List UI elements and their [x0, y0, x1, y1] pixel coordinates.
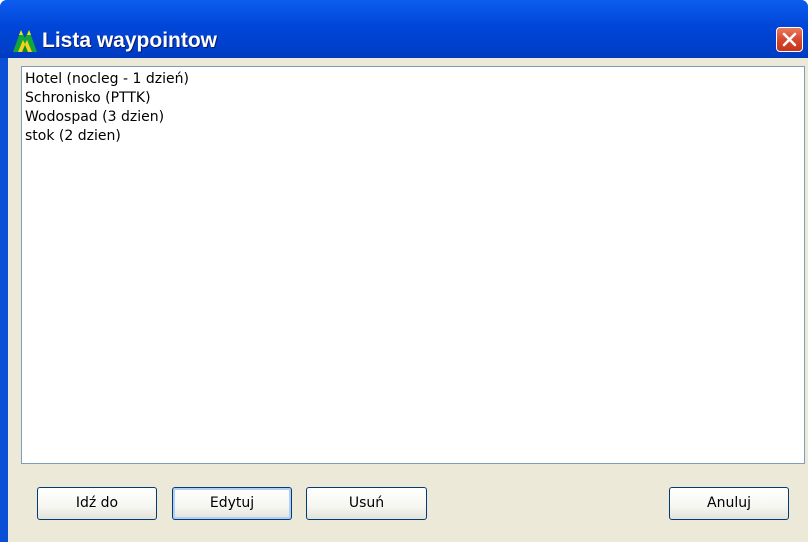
- list-item[interactable]: stok (2 dzien): [22, 127, 804, 146]
- delete-button[interactable]: Usuń: [306, 487, 427, 520]
- dialog-body: Hotel (nocleg - 1 dzień) Schronisko (PTT…: [8, 58, 808, 542]
- list-item[interactable]: Wodospad (3 dzien): [22, 108, 804, 127]
- cancel-button[interactable]: Anuluj: [669, 487, 789, 520]
- close-button[interactable]: [776, 27, 803, 52]
- waypoint-list-dialog: Lista waypointow Hotel (nocleg - 1 dzień…: [0, 0, 808, 542]
- mountain-app-icon: [13, 26, 37, 52]
- goto-button[interactable]: Idź do: [37, 487, 157, 520]
- waypoint-listbox[interactable]: Hotel (nocleg - 1 dzień) Schronisko (PTT…: [21, 66, 805, 464]
- list-item[interactable]: Schronisko (PTTK): [22, 89, 804, 108]
- close-icon: [782, 32, 797, 47]
- title-bar[interactable]: Lista waypointow: [0, 0, 808, 58]
- list-item[interactable]: Hotel (nocleg - 1 dzień): [22, 70, 804, 89]
- edit-button[interactable]: Edytuj: [172, 487, 292, 520]
- window-title: Lista waypointow: [42, 29, 218, 52]
